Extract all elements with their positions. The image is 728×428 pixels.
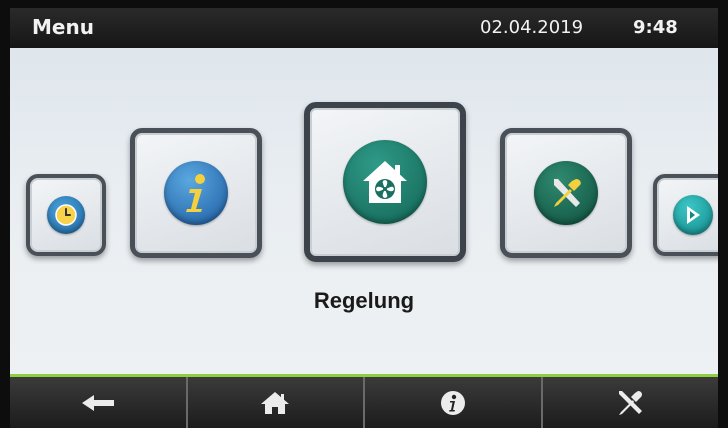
nav-home-button[interactable] bbox=[188, 377, 365, 428]
menu-tile-info[interactable] bbox=[130, 128, 262, 258]
menu-tile-play[interactable] bbox=[653, 174, 718, 256]
menu-tile-clock[interactable] bbox=[26, 174, 106, 256]
info-icon bbox=[164, 161, 228, 225]
back-arrow-icon bbox=[81, 394, 114, 411]
play-icon bbox=[673, 195, 713, 235]
tools-icon bbox=[619, 390, 643, 415]
menu-carousel: Regelung bbox=[10, 48, 718, 374]
page-title: Menu bbox=[32, 15, 94, 39]
time-display: 9:48 bbox=[633, 17, 678, 38]
selected-item-label: Regelung bbox=[313, 288, 415, 313]
status-bar: Menu 02.04.2019 9:48 bbox=[10, 8, 718, 48]
menu-tile-regelung[interactable] bbox=[304, 102, 466, 262]
device-screen: Menu 02.04.2019 9:48 Regelung bbox=[10, 0, 718, 428]
tools-icon bbox=[534, 161, 598, 225]
home-icon bbox=[261, 391, 290, 414]
clock-icon bbox=[47, 196, 85, 234]
menu-tile-tools[interactable] bbox=[500, 128, 632, 258]
nav-info-button[interactable] bbox=[365, 377, 543, 428]
house-fan-icon bbox=[343, 140, 427, 224]
date-display: 02.04.2019 bbox=[480, 17, 584, 38]
bottom-navbar bbox=[10, 377, 718, 428]
nav-back-button[interactable] bbox=[10, 377, 188, 428]
nav-tools-button[interactable] bbox=[543, 377, 719, 428]
info-icon bbox=[440, 390, 465, 415]
